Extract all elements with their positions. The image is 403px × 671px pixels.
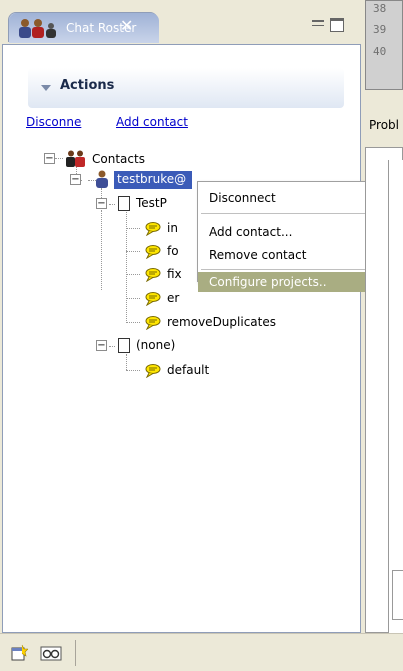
project-node-label[interactable]: TestP <box>136 196 167 210</box>
contacts-group-icon <box>66 150 85 167</box>
maximize-icon[interactable] <box>330 18 344 32</box>
bottom-toolbar <box>0 633 403 671</box>
problems-detail-box <box>392 570 403 620</box>
contacts-node-label[interactable]: Contacts <box>92 152 145 166</box>
line-number: 40 <box>373 45 387 58</box>
collapse-user-icon[interactable]: − <box>70 174 81 185</box>
collapse-contacts-icon[interactable]: − <box>44 153 55 164</box>
tree-item-label[interactable]: removeDuplicates <box>167 315 276 329</box>
tree-connector <box>126 322 140 323</box>
user-icon <box>96 170 108 188</box>
tree-item-label[interactable]: in <box>167 221 178 235</box>
roster-content <box>2 44 361 633</box>
tree-item-label[interactable]: fix <box>167 267 182 281</box>
collapse-project-icon[interactable]: − <box>96 198 107 209</box>
collapse-arrow-icon[interactable] <box>41 85 51 91</box>
disconnect-link[interactable]: Disconne <box>26 115 110 129</box>
toolbar-separator <box>75 640 76 666</box>
tree-connector <box>126 274 140 275</box>
chat-roster-view: Chat Roster ✕ Actions Disconne Add conta… <box>0 0 361 633</box>
tree-item-label[interactable]: er <box>167 291 179 305</box>
tree-connector <box>126 298 140 299</box>
none-node-label[interactable]: (none) <box>136 338 175 352</box>
tree-item-label[interactable]: default <box>167 363 209 377</box>
comment-bubble-icon <box>145 268 161 285</box>
close-icon[interactable]: ✕ <box>120 17 133 35</box>
tree-connector <box>109 346 115 347</box>
collapse-none-icon[interactable]: − <box>96 340 107 351</box>
new-view-icon[interactable] <box>10 644 28 662</box>
tree-connector <box>109 204 115 205</box>
actions-title: Actions <box>60 78 115 93</box>
menu-item-remove-contact[interactable]: Remove contact <box>198 245 373 265</box>
chat-roster-icon <box>19 19 56 38</box>
comment-bubble-icon <box>145 245 161 262</box>
minimize-icon[interactable] <box>312 20 324 26</box>
menu-separator <box>201 213 370 214</box>
tree-connector <box>126 228 140 229</box>
tree-connector <box>126 370 140 371</box>
document-icon <box>118 196 130 211</box>
context-menu: Disconnect Add contact... Remove contact… <box>197 181 374 292</box>
comment-bubble-icon <box>145 222 161 239</box>
glasses-icon[interactable] <box>40 644 62 662</box>
menu-item-disconnect[interactable]: Disconnect <box>198 188 373 208</box>
add-contact-link[interactable]: Add contact <box>116 115 188 129</box>
comment-bubble-icon <box>145 292 161 309</box>
line-number: 38 <box>373 2 387 15</box>
line-number: 39 <box>373 23 387 36</box>
problems-tab-label: Probl <box>369 118 399 132</box>
user-node-label[interactable]: testbruke@ <box>117 172 186 186</box>
menu-separator <box>201 269 370 270</box>
tree-connector <box>55 158 63 159</box>
tree-connector <box>101 210 102 290</box>
tree-item-label[interactable]: fo <box>167 244 179 258</box>
comment-bubble-icon <box>145 316 161 333</box>
problems-table <box>388 160 403 633</box>
menu-item-add-contact[interactable]: Add contact... <box>198 222 373 242</box>
tree-connector <box>126 251 140 252</box>
tree-connector <box>126 354 127 370</box>
document-icon <box>118 338 130 353</box>
comment-bubble-icon <box>145 364 161 381</box>
menu-item-configure-projects[interactable]: Configure projects.. <box>198 272 373 292</box>
